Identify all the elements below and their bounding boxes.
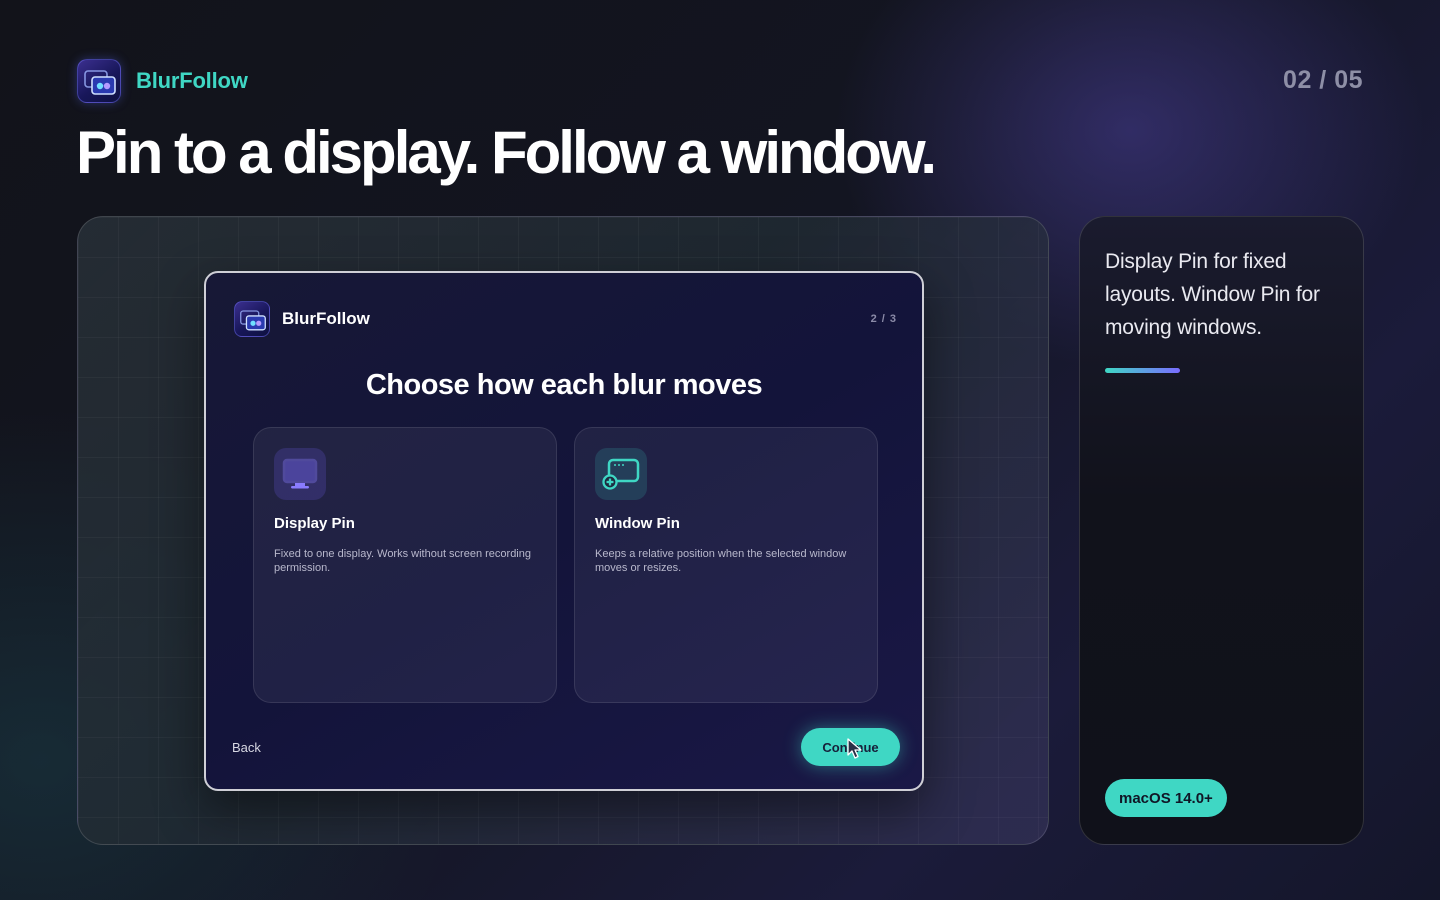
step-indicator: 2 / 3 bbox=[870, 313, 897, 325]
onboarding-app-name: BlurFollow bbox=[282, 309, 370, 328]
onboarding-title: Choose how each blur moves bbox=[365, 369, 763, 401]
screenshot-stage: BlurFollow 2 / 3 Choose how each blur mo… bbox=[77, 216, 1049, 845]
os-version-badge: macOS 14.0+ bbox=[1105, 779, 1227, 817]
app-icon bbox=[234, 301, 270, 337]
brand: BlurFollow bbox=[77, 59, 248, 103]
option-title: Display Pin bbox=[274, 515, 355, 532]
window-pin-option[interactable]: Window Pin Keeps a relative position whe… bbox=[574, 427, 878, 703]
page-title: Pin to a display. Follow a window. bbox=[76, 119, 937, 186]
brand-name: BlurFollow bbox=[136, 68, 248, 93]
app-icon bbox=[77, 59, 121, 103]
option-description: Keeps a relative position when the selec… bbox=[595, 548, 847, 574]
option-title: Window Pin bbox=[595, 515, 680, 532]
side-description: Display Pin for fixed layouts. Window Pi… bbox=[1105, 250, 1320, 339]
cursor-icon bbox=[847, 738, 862, 759]
back-button[interactable]: Back bbox=[232, 740, 261, 755]
onboarding-window: BlurFollow 2 / 3 Choose how each blur mo… bbox=[204, 271, 924, 791]
page-counter: 02 / 05 bbox=[1283, 66, 1363, 94]
accent-divider bbox=[1105, 368, 1180, 373]
display-pin-option[interactable]: Display Pin Fixed to one display. Works … bbox=[253, 427, 557, 703]
monitor-icon bbox=[274, 448, 326, 500]
onboarding-brand: BlurFollow bbox=[234, 301, 370, 337]
option-description: Fixed to one display. Works without scre… bbox=[274, 548, 531, 574]
side-info-card: Display Pin for fixed layouts. Window Pi… bbox=[1079, 216, 1364, 845]
window-add-icon bbox=[595, 448, 647, 500]
